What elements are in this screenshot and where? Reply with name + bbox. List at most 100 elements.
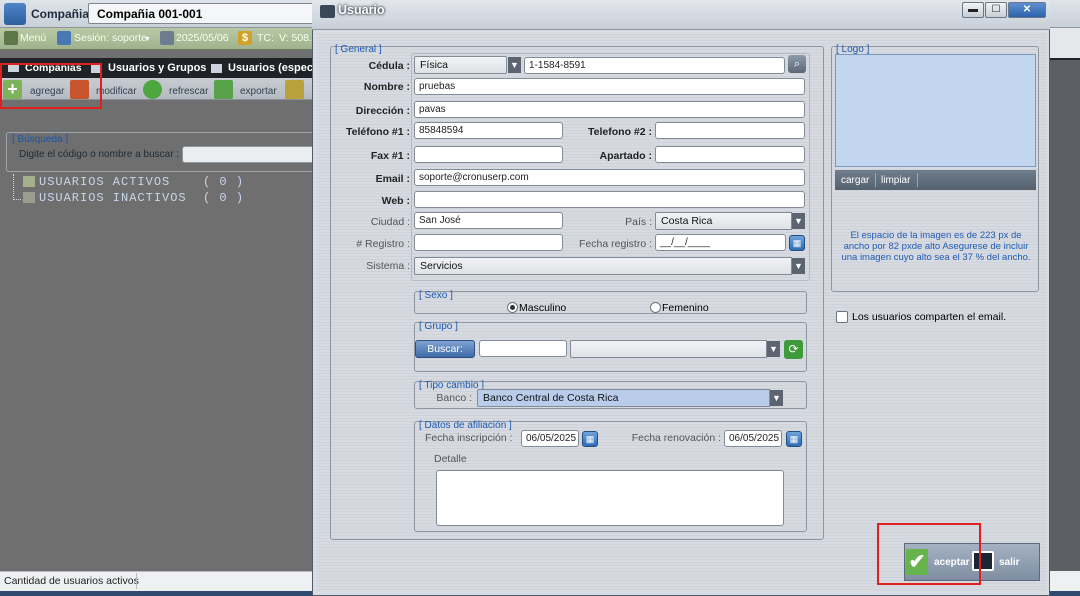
inscripcion-input[interactable]: 06/05/2025 [521,430,579,447]
direccion-label: Dirección : [355,105,410,117]
nombre-input[interactable]: pruebas [414,78,805,95]
chevron-down-icon[interactable]: ▼ [144,36,151,43]
chevron-down-icon[interactable]: ▼ [770,390,783,406]
active-users-icon [23,176,35,187]
maximize-button[interactable]: ☐ [985,2,1007,18]
registro-label: # Registro : [356,238,410,250]
search-input[interactable] [182,146,322,163]
refresh-icon[interactable] [143,80,162,99]
chevron-down-icon[interactable]: ▼ [792,213,805,229]
menu-button[interactable]: Menú [20,32,46,44]
lock-icon[interactable] [285,80,304,99]
detalle-label: Detalle [434,453,467,465]
highlight-box-agregar [0,63,102,109]
detalle-textarea[interactable] [436,470,784,526]
telefono2-input[interactable] [655,122,805,139]
close-button[interactable]: ✕ [1008,2,1046,18]
limpiar-button[interactable]: limpiar [881,175,910,186]
status-separator [136,573,137,589]
ciudad-label: Ciudad : [370,216,410,228]
sexo-group-label: [ Sexo ] [419,290,453,301]
direccion-input[interactable]: pavas [414,101,805,118]
inactive-users-icon [23,192,35,203]
banco-select[interactable]: Banco Central de Costa Rica [477,389,770,407]
renovacion-input[interactable]: 06/05/2025 [724,430,782,447]
company-select[interactable]: Compañia 001-001 [88,3,318,24]
fax-input[interactable] [414,146,563,163]
chevron-down-icon[interactable]: ▼ [792,258,805,274]
dialog-title-bar[interactable] [312,0,1050,30]
cargar-button[interactable]: cargar [841,175,869,186]
share-email-label[interactable]: Los usuarios comparten el email. [852,311,1006,323]
tc-label: TC: [257,32,274,44]
modificar-button[interactable]: modificar [96,86,137,97]
fecha-registro-label: Fecha registro : [579,238,652,250]
minimize-button[interactable]: ▬ [962,2,984,18]
cedula-type-select[interactable]: Física [414,56,507,74]
session-dropdown[interactable]: Sesión: soporte [74,32,147,44]
search-hint: Digite el código o nombre a buscar : [19,149,180,160]
usuarios-especiales-tab-icon [211,64,222,73]
menu-icon[interactable] [4,31,18,45]
fax-label: Fax #1 : [370,150,410,162]
email-label: Email : [375,173,410,185]
nombre-label: Nombre : [363,81,410,93]
ciudad-input[interactable]: San José [414,212,563,229]
tree-item-inactive-users[interactable]: USUARIOS INACTIVOS ( 0 ) [39,191,244,205]
tree-item-active-users[interactable]: USUARIOS ACTIVOS ( 0 ) [39,175,244,189]
export-icon[interactable] [214,80,233,99]
pais-select[interactable]: Costa Rica [655,212,792,230]
buscar-grupo-button[interactable]: Buscar: [415,340,475,358]
masculino-label[interactable]: Masculino [519,302,566,314]
fecha-registro-input[interactable]: __/__/____ [655,234,786,251]
tab-usuarios-grupos[interactable]: Usuarios y Grupos [108,62,206,74]
apartado-input[interactable] [655,146,805,163]
femenino-radio[interactable] [650,302,661,313]
tab-usuarios-especiales[interactable]: Usuarios (especia [228,62,322,74]
grupo-name-select[interactable] [570,340,767,358]
general-group-label: [ General ] [335,44,382,55]
grupo-code-input[interactable] [479,340,567,357]
right-background-strip [1050,28,1080,60]
session-date: 2025/05/06 [176,32,229,44]
femenino-label[interactable]: Femenino [662,302,709,314]
calendar-icon[interactable]: ▦ [786,431,802,447]
user-session-icon [57,31,71,45]
search-icon[interactable]: ⌕ [788,55,806,73]
logo-toolbar-separator [917,173,918,187]
sistema-label: Sistema : [366,260,410,272]
logo-toolbar-separator [875,173,876,187]
highlight-box-aceptar [877,523,981,585]
registro-input[interactable] [414,234,563,251]
status-bar: Cantidad de usuarios activos [0,571,320,591]
web-input[interactable] [414,191,805,208]
cedula-input[interactable]: 1-1584-8591 [524,57,785,74]
pais-label: País : [625,216,652,228]
window-icon [320,5,335,18]
masculino-radio[interactable] [507,302,518,313]
logo-image-area[interactable] [835,54,1036,167]
right-status-bar [1050,571,1080,591]
sistema-select[interactable]: Servicios [414,257,792,275]
refrescar-button[interactable]: refrescar [169,86,208,97]
calendar-icon [160,31,174,45]
afiliacion-group-label: [ Datos de afiliación ] [419,420,512,431]
logo-size-info: El espacio de la imagen es de 223 px de … [841,230,1031,263]
calendar-icon[interactable]: ▦ [582,431,598,447]
grupo-group-label: [ Grupo ] [419,321,458,332]
chevron-down-icon[interactable]: ▼ [508,57,521,73]
email-input[interactable]: soporte@cronuserp.com [414,169,805,186]
dollar-icon: $ [238,31,252,45]
telefono2-label: Telefono #2 : [588,126,652,138]
sexo-group [414,291,807,314]
salir-button[interactable]: salir [999,557,1020,568]
share-email-checkbox[interactable] [836,311,848,323]
chevron-down-icon[interactable]: ▼ [767,341,780,357]
exportar-button[interactable]: exportar [240,86,277,97]
dialog-title: Usuario [338,3,385,17]
calendar-icon[interactable]: ▦ [789,235,805,251]
renovacion-label: Fecha renovación : [631,432,721,444]
banco-label: Banco : [436,392,472,404]
telefono1-input[interactable]: 85848594 [414,122,563,139]
refresh-icon[interactable]: ⟳ [784,340,803,359]
